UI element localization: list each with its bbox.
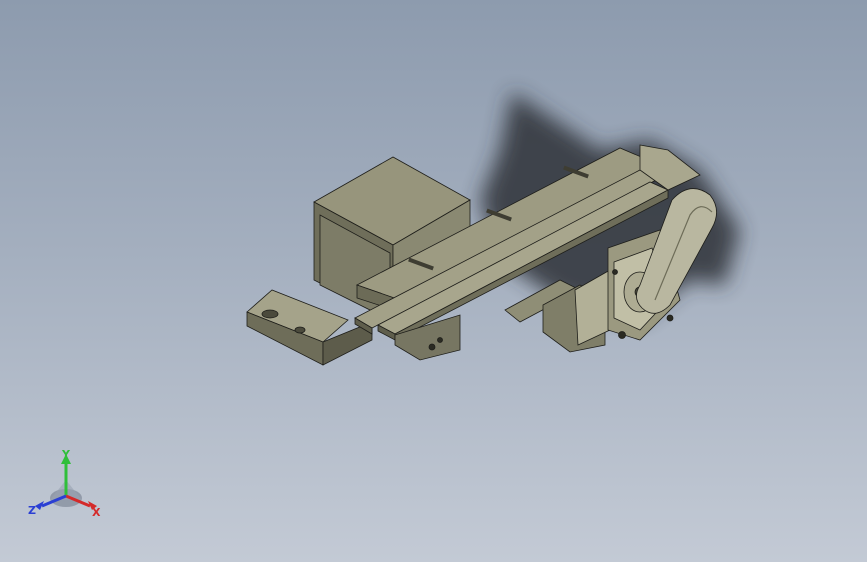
cad-model-view[interactable] <box>0 0 867 562</box>
orientation-triad[interactable]: Y X Z <box>26 448 106 524</box>
z-axis-label: Z <box>28 504 36 517</box>
x-axis-label: X <box>92 506 101 519</box>
y-axis-label: Y <box>61 448 71 461</box>
graphics-viewport[interactable]: Y X Z <box>0 0 867 562</box>
